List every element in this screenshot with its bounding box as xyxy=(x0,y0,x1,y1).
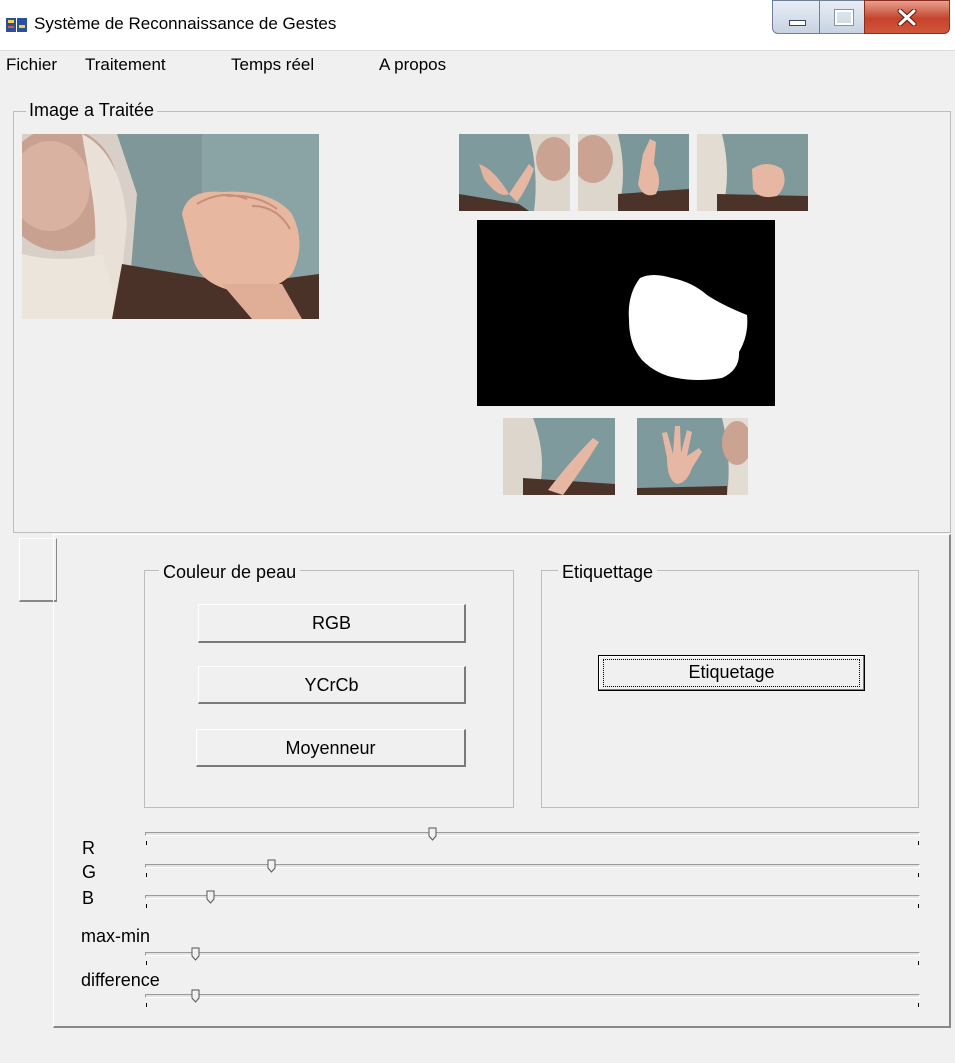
slider-tick-min xyxy=(146,1003,147,1007)
slider-track-g[interactable] xyxy=(145,864,920,868)
gesture-thumb-2 xyxy=(578,134,689,211)
slider-label-max-min: max-min xyxy=(81,926,151,946)
maximize-button[interactable] xyxy=(819,0,865,34)
labeling-group-title: Etiquettage xyxy=(558,562,658,583)
slider-tick-max xyxy=(918,873,919,877)
segmentation-image xyxy=(477,220,775,406)
slider-track-b[interactable] xyxy=(145,895,920,899)
window-title: Système de Reconnaissance de Gestes xyxy=(34,14,337,33)
app-icon xyxy=(6,18,27,32)
slider-label-b: B xyxy=(82,888,95,908)
slider-tick-min xyxy=(146,841,147,845)
title-bar[interactable]: Système de Reconnaissance de Gestes xyxy=(0,0,955,50)
slider-tick-min xyxy=(146,873,147,877)
slider-tick-min xyxy=(146,904,147,908)
gesture-thumb-3 xyxy=(697,134,808,211)
gesture-thumb-5 xyxy=(637,418,748,495)
main-image xyxy=(22,134,319,319)
minimize-button[interactable] xyxy=(772,0,820,34)
window-controls xyxy=(772,0,950,34)
menu-bar: Fichier Traitement Temps réel A propos xyxy=(0,50,955,81)
etiquetage-button-label: Etiquetage xyxy=(688,662,775,682)
gesture-thumb-4 xyxy=(503,418,615,495)
slider-thumb-b[interactable] xyxy=(206,890,215,904)
ycrcb-button[interactable]: YCrCb xyxy=(198,666,466,704)
menu-temps-reel[interactable]: Temps réel xyxy=(231,55,314,75)
menu-a-propos[interactable]: A propos xyxy=(379,55,446,75)
slider-thumb-max-min[interactable] xyxy=(191,947,200,961)
rgb-button[interactable]: RGB xyxy=(198,604,466,643)
slider-tick-max xyxy=(918,904,919,908)
slider-label-r: R xyxy=(82,838,95,858)
slider-thumb-r[interactable] xyxy=(428,827,437,841)
menu-traitement[interactable]: Traitement xyxy=(85,55,166,75)
menu-fichier[interactable]: Fichier xyxy=(6,55,57,75)
moyenneur-button[interactable]: Moyenneur xyxy=(196,729,466,767)
minimize-icon xyxy=(789,20,806,26)
close-icon xyxy=(897,9,917,26)
slider-track-difference[interactable] xyxy=(145,994,920,998)
gesture-thumb-1 xyxy=(459,134,570,211)
slider-thumb-g[interactable] xyxy=(267,859,276,873)
slider-track-r[interactable] xyxy=(145,832,920,836)
slider-tick-max xyxy=(918,841,919,845)
tab-header[interactable] xyxy=(19,538,57,602)
slider-tick-min xyxy=(146,961,147,965)
slider-thumb-difference[interactable] xyxy=(191,989,200,1003)
slider-label-g: G xyxy=(82,862,97,882)
etiquetage-button[interactable]: Etiquetage xyxy=(598,655,865,691)
slider-track-max-min[interactable] xyxy=(145,952,920,956)
image-group-title: Image a Traitée xyxy=(26,100,158,121)
slider-tick-max xyxy=(918,961,919,965)
slider-label-difference: difference xyxy=(81,970,160,990)
close-button[interactable] xyxy=(864,0,950,34)
maximize-icon xyxy=(834,9,854,26)
skin-color-group-title: Couleur de peau xyxy=(159,562,301,583)
slider-tick-max xyxy=(918,1003,919,1007)
